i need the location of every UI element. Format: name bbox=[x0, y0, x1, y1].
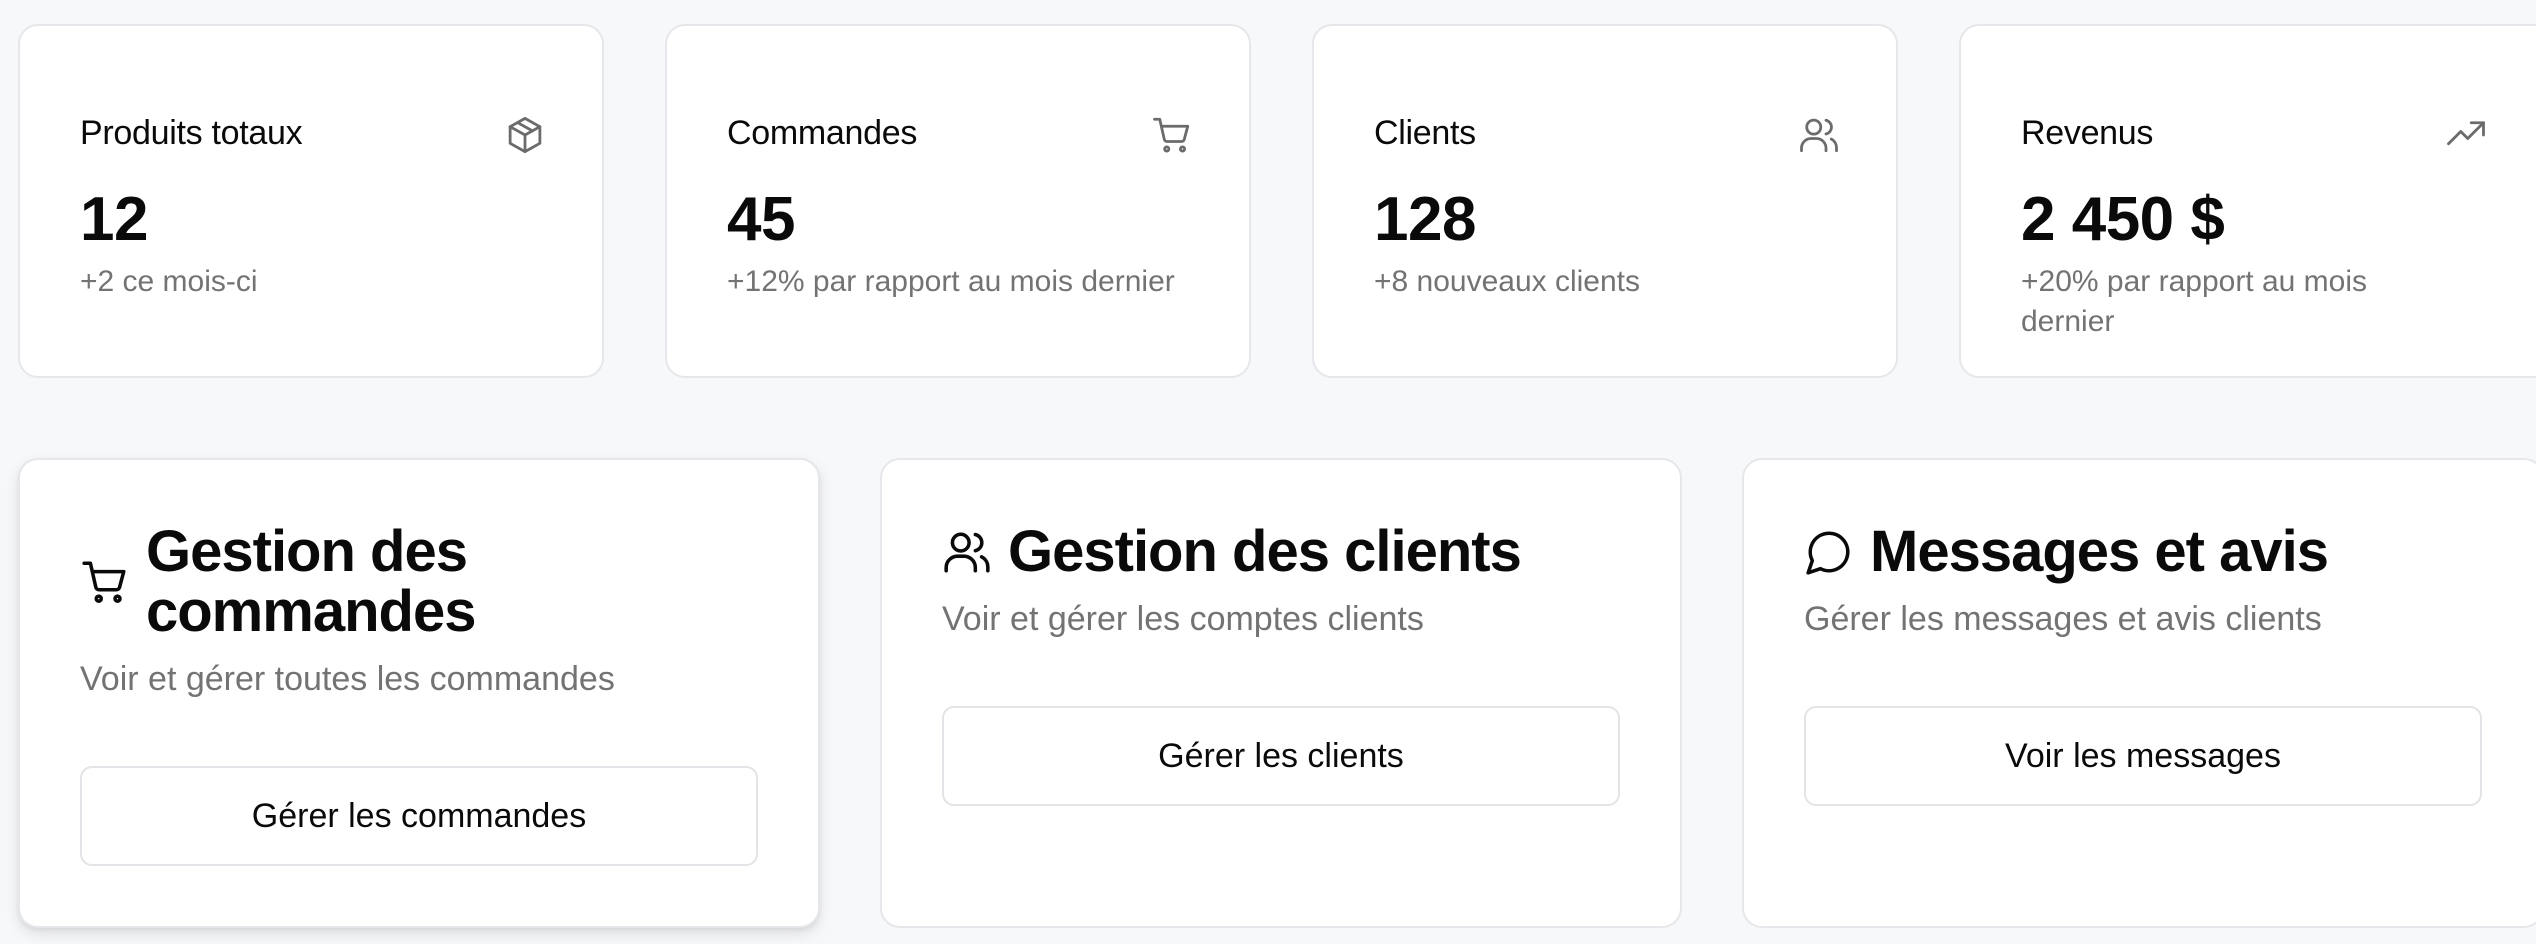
stat-title: Clients bbox=[1374, 114, 1476, 152]
stat-title: Produits totaux bbox=[80, 114, 303, 152]
feature-card-clients: Gestion des clients Voir et gérer les co… bbox=[880, 458, 1682, 928]
stat-subtext: +2 ce mois-ci bbox=[80, 265, 258, 298]
feature-description: Voir et gérer toutes les commandes bbox=[80, 660, 615, 698]
stat-subtext: +12% par rapport au mois dernier bbox=[727, 265, 1175, 298]
stat-card-revenue: Revenus 2 450 $ +20% par rapport au mois… bbox=[1959, 24, 2536, 378]
shopping-cart-icon bbox=[1151, 114, 1193, 156]
feature-title: Gestion des commandes bbox=[146, 519, 476, 644]
manage-clients-button[interactable]: Gérer les clients bbox=[942, 706, 1620, 806]
stat-value: 45 bbox=[727, 185, 795, 254]
users-icon bbox=[1798, 114, 1840, 156]
stat-value: 128 bbox=[1374, 185, 1476, 254]
stat-value: 2 450 $ bbox=[2021, 185, 2225, 254]
manage-orders-button[interactable]: Gérer les commandes bbox=[80, 766, 758, 866]
stat-title: Revenus bbox=[2021, 114, 2154, 152]
stat-card-clients: Clients 128 +8 nouveaux clients bbox=[1312, 24, 1898, 378]
feature-title: Messages et avis bbox=[1870, 519, 2329, 584]
stat-value: 12 bbox=[80, 185, 148, 254]
users-icon bbox=[942, 527, 992, 577]
stat-subtext: +20% par rapport au mois dernier bbox=[2021, 265, 2368, 338]
package-icon bbox=[504, 114, 546, 156]
shopping-cart-icon bbox=[80, 557, 130, 607]
view-messages-button[interactable]: Voir les messages bbox=[1804, 706, 2482, 806]
stat-card-products: Produits totaux 12 +2 ce mois-ci bbox=[18, 24, 604, 378]
stat-card-orders: Commandes 45 +12% par rapport au mois de… bbox=[665, 24, 1251, 378]
feature-description: Voir et gérer les comptes clients bbox=[942, 600, 1424, 638]
feature-card-orders: Gestion des commandes Voir et gérer tout… bbox=[18, 458, 820, 928]
feature-title: Gestion des clients bbox=[1008, 519, 1522, 584]
feature-card-messages: Messages et avis Gérer les messages et a… bbox=[1742, 458, 2536, 928]
feature-description: Gérer les messages et avis clients bbox=[1804, 600, 2322, 638]
stat-subtext: +8 nouveaux clients bbox=[1374, 265, 1641, 298]
message-circle-icon bbox=[1804, 527, 1854, 577]
trending-up-icon bbox=[2445, 114, 2487, 156]
stat-title: Commandes bbox=[727, 114, 918, 152]
